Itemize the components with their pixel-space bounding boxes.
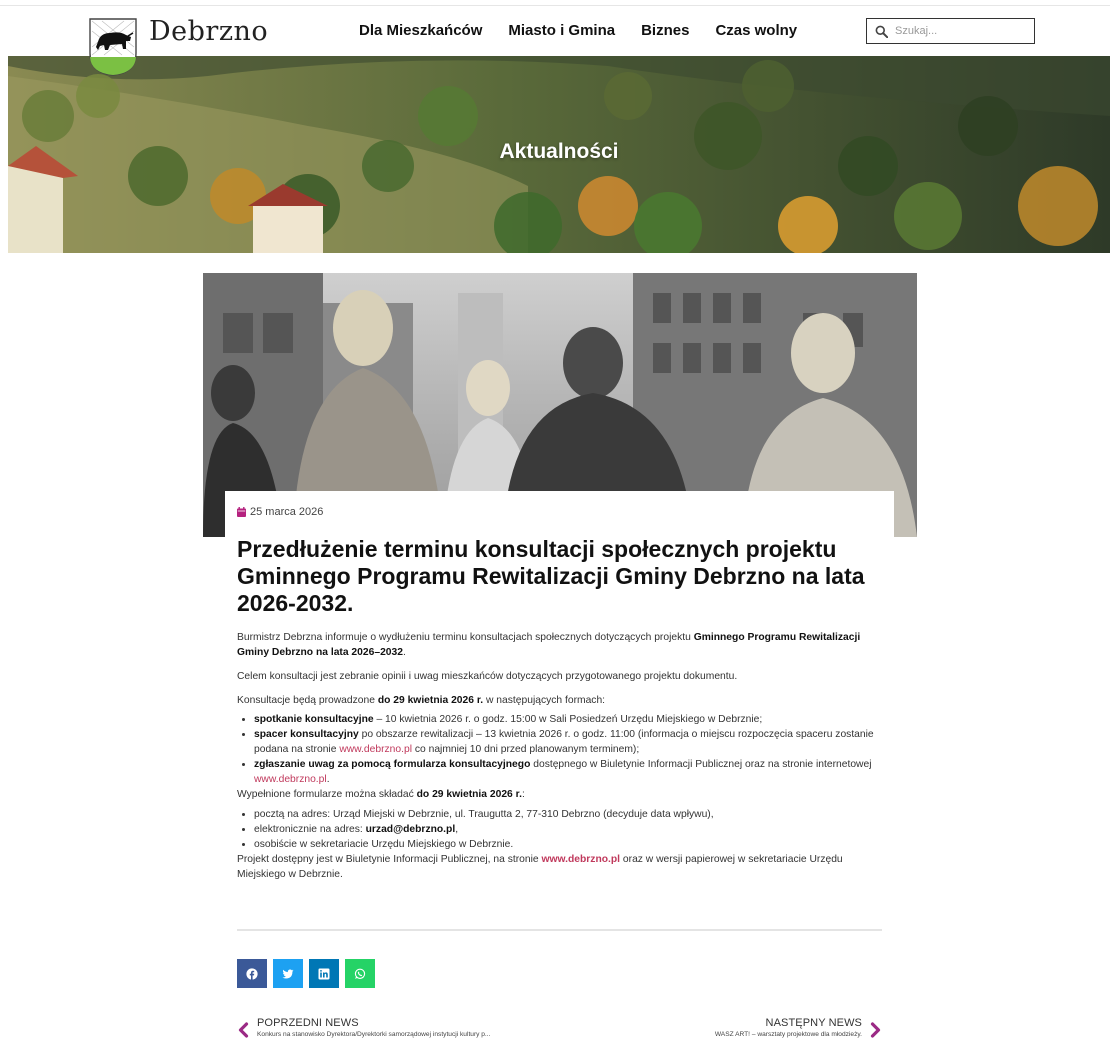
- nav-item-business[interactable]: Biznes: [641, 22, 689, 39]
- previous-post-link[interactable]: POPRZEDNI NEWS Konkurs na stanowisko Dyr…: [237, 1017, 490, 1038]
- consultation-forms-list: spotkanie konsultacyjne – 10 kwietnia 20…: [254, 712, 877, 787]
- next-post-title: WASZ ART! – warsztaty projektowe dla mło…: [714, 1031, 862, 1038]
- article-card: 25 marca 2026 Przedłużenie terminu konsu…: [225, 491, 894, 1050]
- calendar-icon: [237, 507, 246, 517]
- page-title: Aktualności: [499, 140, 619, 163]
- whatsapp-icon: [354, 968, 366, 979]
- share-facebook-button[interactable]: [237, 959, 267, 988]
- previous-post-label: POPRZEDNI NEWS: [257, 1017, 359, 1029]
- list-item: osobiście w sekretariacie Urzędu Miejski…: [254, 837, 877, 852]
- list-item: spotkanie konsultacyjne – 10 kwietnia 20…: [254, 712, 877, 727]
- article-date: 25 marca 2026: [237, 506, 323, 518]
- article-title: Przedłużenie terminu konsultacji społecz…: [237, 536, 865, 616]
- share-whatsapp-button[interactable]: [345, 959, 375, 988]
- chevron-right-icon: [870, 1022, 881, 1038]
- main-nav: Dla Mieszkańców Miasto i Gmina Biznes Cz…: [359, 22, 823, 39]
- email-link[interactable]: urzad@debrzno.pl: [366, 824, 456, 835]
- next-post-label: NASTĘPNY NEWS: [765, 1017, 862, 1029]
- search-input[interactable]: [895, 25, 1025, 37]
- coat-of-arms-logo[interactable]: [88, 17, 138, 77]
- hero-banner: Aktualności: [8, 56, 1110, 253]
- chevron-left-icon: [238, 1022, 249, 1038]
- share-linkedin-button[interactable]: [309, 959, 339, 988]
- next-post-link[interactable]: NASTĘPNY NEWS WASZ ART! – warsztaty proj…: [715, 1017, 882, 1038]
- nav-item-city[interactable]: Miasto i Gmina: [508, 22, 615, 39]
- paragraph-forms: Konsultacje będą prowadzone do 29 kwietn…: [237, 695, 606, 706]
- article-body: Burmistrz Debrzna informuje o wydłużeniu…: [237, 630, 877, 882]
- website-link[interactable]: www.debrzno.pl: [254, 774, 327, 785]
- paragraph-submission: Wypełnione formularze można składać do 2…: [237, 789, 525, 800]
- site-header: Debrzno Dla Mieszkańców Miasto i Gmina B…: [0, 6, 1110, 76]
- search-icon: [875, 25, 888, 38]
- website-link[interactable]: www.debrzno.pl: [339, 744, 412, 755]
- article-date-text: 25 marca 2026: [250, 506, 324, 518]
- facebook-icon: [246, 967, 258, 980]
- twitter-icon: [282, 969, 294, 978]
- list-item: zgłaszanie uwag za pomocą formularza kon…: [254, 757, 877, 787]
- post-navigation: POPRZEDNI NEWS Konkurs na stanowisko Dyr…: [237, 1017, 882, 1047]
- paragraph-intro: Burmistrz Debrzna informuje o wydłużeniu…: [237, 632, 861, 658]
- paragraph-availability: Projekt dostępny jest w Biuletynie Infor…: [237, 854, 843, 880]
- linkedin-icon: [318, 968, 330, 979]
- share-twitter-button[interactable]: [273, 959, 303, 988]
- list-item: pocztą na adres: Urząd Miejski w Debrzni…: [254, 807, 877, 822]
- nav-item-leisure[interactable]: Czas wolny: [715, 22, 797, 39]
- paragraph-goal: Celem konsultacji jest zebranie opinii i…: [237, 671, 738, 682]
- list-item: elektronicznie na adres: urzad@debrzno.p…: [254, 822, 877, 837]
- site-logo-text[interactable]: Debrzno: [149, 16, 268, 47]
- nav-item-residents[interactable]: Dla Mieszkańców: [359, 22, 482, 39]
- list-item: spacer konsultacyjny po obszarze rewital…: [254, 727, 877, 757]
- website-link[interactable]: www.debrzno.pl: [541, 854, 620, 865]
- share-buttons: [237, 959, 375, 988]
- search-box: [866, 18, 1035, 44]
- submission-methods-list: pocztą na adres: Urząd Miejski w Debrzni…: [254, 807, 877, 852]
- divider: [237, 929, 882, 931]
- previous-post-title: Konkurs na stanowisko Dyrektora/Dyrektor…: [257, 1031, 491, 1038]
